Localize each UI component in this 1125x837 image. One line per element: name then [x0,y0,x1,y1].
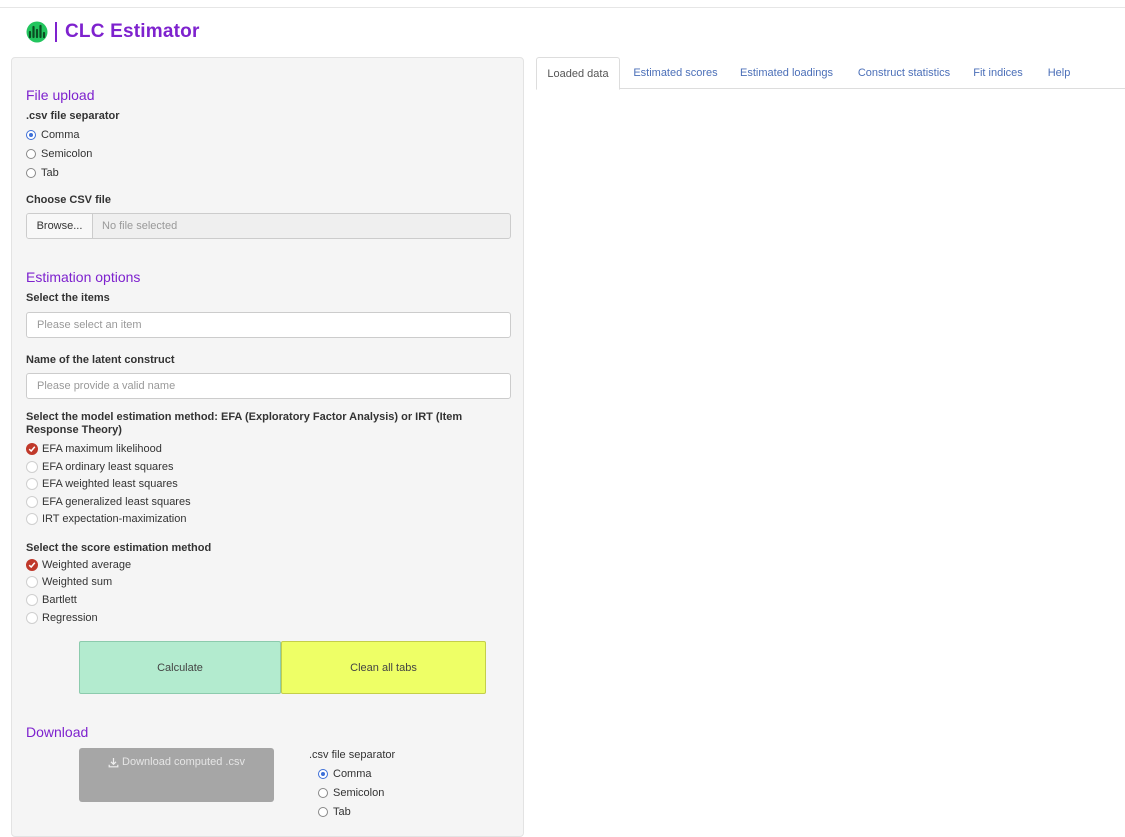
tab-estimated-scores[interactable]: Estimated scores [624,57,727,89]
unchecked-circle-icon [26,576,38,588]
separator-option-tab[interactable]: Tab [26,166,59,180]
radio-selected-icon [318,769,328,779]
model-method-label: Select the model estimation method: EFA … [26,411,463,436]
unchecked-circle-icon [26,513,38,525]
separator-option-comma[interactable]: Comma [26,128,80,142]
separator-option-label: Comma [41,129,80,141]
checked-circle-icon [26,443,38,455]
csv-separator-label: .csv file separator [26,110,120,122]
separator-option-semicolon[interactable]: Semicolon [26,147,92,161]
file-status: No file selected [102,220,178,232]
radio-empty-icon [318,788,328,798]
unchecked-circle-icon [26,612,38,624]
model-option-efa-ols[interactable]: EFA ordinary least squares [26,460,173,474]
select-items-label: Select the items [26,292,110,304]
radio-selected-icon [26,130,36,140]
radio-empty-icon [318,807,328,817]
construct-name-label: Name of the latent construct [26,354,175,366]
download-button-label: Download computed .csv [122,756,245,768]
unchecked-circle-icon [26,594,38,606]
score-method-label: Select the score estimation method [26,542,212,554]
model-option-label: EFA ordinary least squares [42,461,174,473]
sidebar-panel: File upload .csv file separator Comma Se… [11,57,524,837]
tab-help[interactable]: Help [1034,57,1084,89]
model-option-label: EFA maximum likelihood [42,443,162,455]
score-option-label: Bartlett [42,594,77,606]
download-icon [108,758,119,768]
tab-construct-statistics[interactable]: Construct statistics [846,57,962,89]
tab-fit-indices[interactable]: Fit indices [966,57,1030,89]
app-header: CLC Estimator [26,20,200,44]
choose-csv-label: Choose CSV file [26,194,111,206]
score-option-label: Weighted sum [42,576,113,588]
score-option-weighted-sum[interactable]: Weighted sum [26,575,112,589]
separator-option-label: Tab [41,167,59,179]
model-option-efa-gls[interactable]: EFA generalized least squares [26,495,191,509]
separator-option-label: Semicolon [333,787,385,799]
checked-circle-icon [26,559,38,571]
results-tab-bar: Loaded data Estimated scores Estimated l… [536,57,1125,90]
separator-option-label: Comma [333,768,372,780]
unchecked-circle-icon [26,461,38,473]
unchecked-circle-icon [26,496,38,508]
separator-option-label: Semicolon [41,148,93,160]
header-separator [55,22,57,42]
tab-loaded-data[interactable]: Loaded data [536,57,620,90]
calculate-button[interactable]: Calculate [79,641,281,694]
download-title: Download [26,724,89,740]
model-option-label: EFA weighted least squares [42,478,178,490]
construct-name-input[interactable] [26,373,511,399]
download-separator-semicolon[interactable]: Semicolon [318,786,384,800]
clean-all-tabs-button[interactable]: Clean all tabs [281,641,486,694]
model-option-efa-ml[interactable]: EFA maximum likelihood [26,442,162,456]
file-upload-title: File upload [26,87,95,103]
app-title: CLC Estimator [65,21,200,42]
score-option-label: Regression [42,612,98,624]
score-option-regression[interactable]: Regression [26,611,98,625]
radio-empty-icon [26,168,36,178]
score-option-weighted-average[interactable]: Weighted average [26,558,131,572]
tab-estimated-loadings[interactable]: Estimated loadings [731,57,842,89]
download-csv-button[interactable]: Download computed .csv [79,748,274,802]
download-separator-comma[interactable]: Comma [318,767,372,781]
radio-empty-icon [26,149,36,159]
model-option-label: EFA generalized least squares [42,496,191,508]
unchecked-circle-icon [26,478,38,490]
separator-option-label: Tab [333,806,351,818]
download-separator-label: .csv file separator [309,749,396,761]
file-input[interactable]: Browse... No file selected [26,213,511,239]
items-select-input[interactable] [26,312,511,338]
score-option-label: Weighted average [42,559,132,571]
score-option-bartlett[interactable]: Bartlett [26,593,77,607]
model-option-irt-em[interactable]: IRT expectation-maximization [26,512,187,526]
bar-chart-circle-icon [26,21,48,43]
model-option-efa-wls[interactable]: EFA weighted least squares [26,477,178,491]
top-divider [0,7,1125,8]
estimation-options-title: Estimation options [26,269,141,285]
download-separator-tab[interactable]: Tab [318,805,351,819]
browse-button[interactable]: Browse... [27,214,93,238]
model-option-label: IRT expectation-maximization [42,513,187,525]
